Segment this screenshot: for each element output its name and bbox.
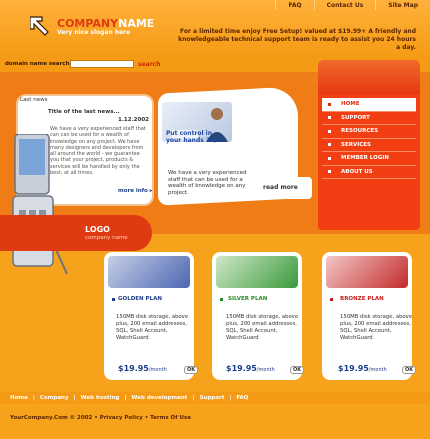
bullet-icon: [328, 116, 331, 120]
domain-search-input[interactable]: [70, 60, 134, 68]
search-button[interactable]: search: [138, 61, 160, 68]
bullet-icon: [330, 298, 333, 301]
menu-item-about-us[interactable]: ABOUT US: [322, 166, 416, 179]
plan-price: $19.95/month: [226, 364, 275, 373]
link-site-map[interactable]: Site Map: [375, 0, 430, 10]
plan-name: GOLDEN PLAN: [118, 296, 162, 302]
laptop-image: [216, 256, 298, 288]
plan-ok-button[interactable]: OK: [402, 366, 416, 374]
link-faq[interactable]: FAQ: [275, 0, 313, 10]
main-menu: HOME SUPPORT RESOURCES SERVICES MEMBER L…: [322, 98, 416, 179]
bullet-icon: [328, 102, 331, 106]
plan-details: 150MB disk storage, above plus, 200 emai…: [116, 314, 189, 341]
footer: [0, 404, 430, 439]
plan-name: BRONZE PLAN: [340, 296, 384, 302]
laptop-image: [108, 256, 190, 288]
plan-details: 150MB disk storage, above plus, 200 emai…: [340, 314, 413, 341]
bullet-icon: [328, 170, 331, 174]
logo-title: LOGO: [85, 225, 110, 234]
menu-item-services[interactable]: SERVICES: [322, 139, 416, 152]
nav-separator: |: [32, 395, 35, 401]
feature-body: We have a very experienced staff that ca…: [168, 170, 247, 196]
top-links: FAQ Contact Us Site Map: [275, 0, 430, 10]
link-contact-us[interactable]: Contact Us: [313, 0, 376, 10]
news-title: Title of the last news...: [48, 109, 120, 115]
bottom-nav: Home | Company | Web hosting | Web devel…: [10, 395, 248, 401]
nav-web-hosting[interactable]: Web hosting: [81, 395, 120, 401]
menu-item-resources[interactable]: RESOURCES: [322, 125, 416, 139]
bullet-icon: [220, 298, 223, 301]
bullet-icon: [328, 156, 331, 160]
feature-title: Put control in your hands 24/7!: [166, 130, 224, 144]
nav-separator: |: [192, 395, 195, 401]
plan-price: $19.95/month: [118, 364, 167, 373]
menu-item-home[interactable]: HOME: [322, 98, 416, 112]
plan-ok-button[interactable]: OK: [184, 366, 198, 374]
bullet-icon: [328, 129, 331, 133]
domain-search-label: domain name search:: [5, 61, 72, 67]
menu-item-member-login[interactable]: MEMBER LOGIN: [322, 152, 416, 166]
plan-price: $19.95/month: [338, 364, 387, 373]
logo-band: [0, 215, 152, 251]
logo-subtitle: company name: [85, 235, 128, 241]
plan-details: 150MB disk storage, above plus, 200 emai…: [226, 314, 299, 341]
bullet-icon: [328, 143, 331, 147]
nav-separator: |: [73, 395, 76, 401]
news-label: Last news: [20, 97, 48, 103]
nav-support[interactable]: Support: [199, 395, 224, 401]
news-date: 1.12.2002: [118, 117, 149, 123]
plan-ok-button[interactable]: OK: [290, 366, 304, 374]
copyright-text: YourCompany.Com © 2002 • Privacy Policy …: [10, 415, 191, 421]
nav-separator: |: [124, 395, 127, 401]
bullet-icon: [112, 298, 115, 301]
nav-company[interactable]: Company: [40, 395, 69, 401]
nav-separator: |: [229, 395, 232, 401]
menu-panel-header: [318, 60, 420, 94]
menu-item-support[interactable]: SUPPORT: [322, 112, 416, 125]
laptop-image: [326, 256, 408, 288]
more-info-link[interactable]: more info ▸: [118, 188, 153, 194]
slogan: Very nice slogan here: [57, 29, 131, 36]
read-more-label[interactable]: read more: [263, 184, 298, 191]
promo-text: For a limited time enjoy Free Setup! val…: [178, 28, 416, 51]
nav-home[interactable]: Home: [10, 395, 28, 401]
plan-name: SILVER PLAN: [228, 296, 268, 302]
logo-arrow-icon: [30, 16, 49, 36]
nav-web-development[interactable]: Web development: [131, 395, 187, 401]
nav-faq[interactable]: FAQ: [236, 395, 248, 401]
phone-image: [12, 134, 68, 275]
